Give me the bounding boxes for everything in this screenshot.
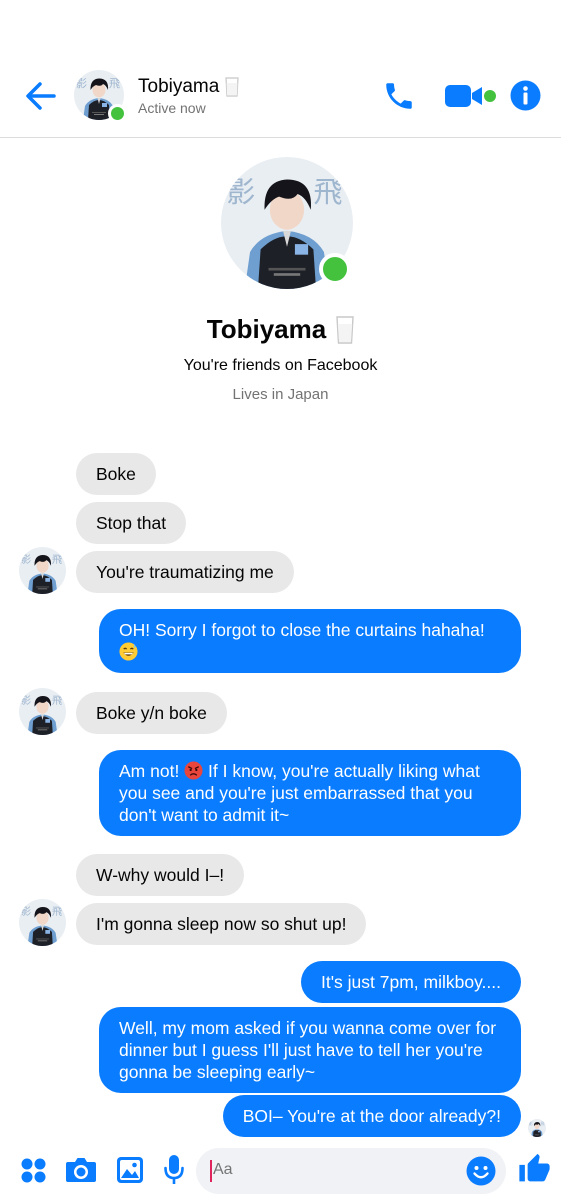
incoming-message[interactable]: Boke y/n boke	[76, 692, 227, 734]
avatar-image	[19, 899, 66, 946]
audio-call-button[interactable]	[382, 79, 416, 113]
message-input-box[interactable]	[196, 1148, 506, 1194]
conversation-header: Tobiyama Active now	[0, 0, 561, 138]
active-status: Active now	[138, 100, 206, 116]
contact-name[interactable]: Tobiyama	[138, 76, 239, 98]
outgoing-message[interactable]: Well, my mom asked if you wanna come ove…	[99, 1007, 521, 1093]
profile-online-indicator	[319, 253, 351, 285]
friends-status: You're friends on Facebook	[183, 357, 378, 374]
conversation-info-button[interactable]	[510, 80, 541, 111]
contact-avatar[interactable]	[74, 70, 127, 123]
message-text: OH! Sorry I forgot to close the curtains…	[119, 620, 485, 640]
info-icon	[510, 80, 541, 111]
four-dots-icon	[21, 1158, 46, 1183]
avatar-image	[528, 1119, 546, 1137]
microphone-icon	[164, 1155, 184, 1184]
back-button[interactable]	[24, 80, 58, 112]
contact-name-text: Tobiyama	[138, 76, 220, 97]
grinning-sweat-emoji-icon	[119, 642, 138, 661]
video-call-button[interactable]	[444, 82, 498, 110]
profile-name: Tobiyama	[0, 314, 561, 345]
message-composer	[0, 1140, 561, 1200]
avatar-image	[19, 547, 66, 594]
camera-button[interactable]	[65, 1156, 97, 1184]
milk-glass-icon	[225, 77, 239, 97]
sender-avatar[interactable]	[19, 688, 66, 735]
message-text-start: Am not!	[119, 761, 185, 781]
image-icon	[117, 1157, 143, 1183]
profile-name-text: Tobiyama	[206, 314, 327, 344]
voice-message-button[interactable]	[163, 1154, 185, 1186]
outgoing-message[interactable]: Am not! If I know, you're actually likin…	[99, 750, 521, 836]
outgoing-message[interactable]: OH! Sorry I forgot to close the curtains…	[99, 609, 521, 673]
thumbs-up-icon	[519, 1153, 550, 1182]
outgoing-message[interactable]: BOI– You're at the door already?!	[222, 1095, 521, 1137]
profile-avatar[interactable]	[221, 157, 353, 289]
sender-avatar[interactable]	[19, 899, 66, 946]
incoming-message[interactable]: I'm gonna sleep now so shut up!	[76, 903, 367, 945]
apps-button[interactable]	[20, 1157, 47, 1184]
emoji-button[interactable]	[466, 1156, 496, 1186]
camera-icon	[66, 1158, 96, 1182]
incoming-message[interactable]: Boke	[76, 453, 156, 495]
online-indicator	[108, 104, 127, 123]
arrow-left-icon	[26, 82, 56, 110]
phone-icon	[386, 83, 412, 109]
avatar-image	[19, 688, 66, 735]
profile-location: Lives in Japan	[232, 386, 329, 403]
seen-avatar	[528, 1119, 546, 1137]
incoming-message[interactable]: W-why would I–!	[76, 854, 245, 896]
like-button[interactable]	[518, 1152, 551, 1186]
video-camera-icon	[445, 85, 496, 107]
gallery-button[interactable]	[116, 1156, 144, 1184]
message-input[interactable]	[213, 1161, 463, 1179]
incoming-message[interactable]: Stop that	[76, 502, 187, 544]
text-cursor	[210, 1160, 212, 1182]
milk-glass-icon	[336, 315, 354, 344]
smiley-icon	[466, 1156, 496, 1186]
angry-face-emoji-icon	[184, 761, 203, 780]
incoming-message[interactable]: You're traumatizing me	[76, 551, 294, 593]
sender-avatar[interactable]	[19, 547, 66, 594]
outgoing-message[interactable]: It's just 7pm, milkboy....	[300, 961, 521, 1003]
